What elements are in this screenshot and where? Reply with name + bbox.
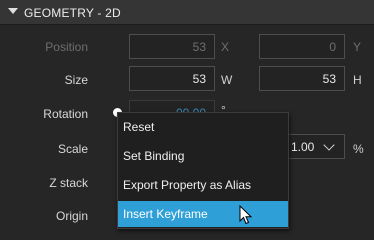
menu-item-reset[interactable]: Reset (118, 114, 288, 140)
position-x-axis-label: X (221, 40, 230, 54)
size-height-input[interactable] (260, 67, 344, 90)
position-x-input[interactable] (130, 35, 214, 58)
size-label: Size (64, 73, 88, 87)
size-height-field[interactable] (259, 66, 345, 91)
context-menu: Reset Set Binding Export Property as Ali… (117, 112, 289, 229)
position-x-field[interactable] (129, 34, 215, 59)
scale-unit: % (353, 142, 364, 156)
size-height-axis-label: H (353, 73, 362, 87)
origin-label: Origin (55, 209, 88, 223)
section-title: GEOMETRY - 2D (24, 6, 121, 20)
section-header-geometry-2d[interactable]: GEOMETRY - 2D (0, 0, 374, 25)
position-label: Position (45, 40, 88, 54)
triangle-down-icon[interactable] (8, 8, 18, 14)
position-y-input[interactable] (260, 35, 344, 58)
scale-label: Scale (57, 142, 88, 156)
menu-item-insert-keyframe[interactable]: Insert Keyframe (118, 201, 288, 227)
size-width-field[interactable] (129, 66, 215, 91)
menu-item-export-property-as-alias[interactable]: Export Property as Alias (118, 172, 288, 198)
z-stack-label: Z stack (49, 176, 88, 190)
rotation-label: Rotation (43, 107, 88, 121)
size-width-input[interactable] (130, 67, 214, 90)
position-y-field[interactable] (259, 34, 345, 59)
mouse-pointer-icon (239, 205, 253, 225)
size-width-axis-label: W (221, 73, 233, 87)
menu-item-set-binding[interactable]: Set Binding (118, 143, 288, 169)
position-y-axis-label: Y (353, 40, 362, 54)
